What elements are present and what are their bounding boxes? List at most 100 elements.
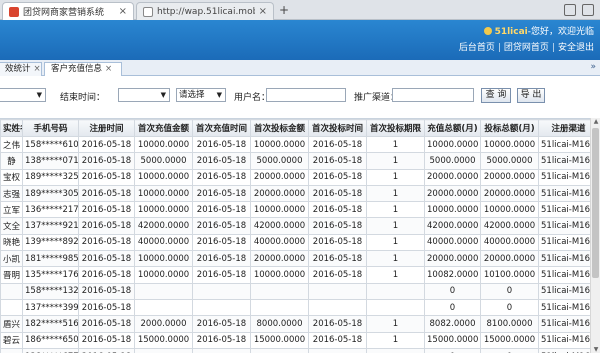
browser-tab-marketing-system[interactable]: 团贷网商家营销系统 × — [2, 2, 134, 20]
table-row[interactable]: 138*****6772016-05-180051licai-M1605 — [0, 347, 598, 353]
table-cell: 182*****516 — [22, 315, 79, 333]
scroll-thumb[interactable] — [592, 128, 599, 278]
close-icon[interactable]: × — [34, 64, 41, 74]
export-button[interactable]: 导 出 — [517, 88, 545, 103]
table-cell: 志强 — [0, 184, 23, 203]
table-cell: 10000.0000 — [480, 201, 539, 219]
query-button[interactable]: 查 询 — [481, 88, 511, 103]
table-cell: 2000.0000 — [134, 315, 193, 333]
table-cell: 20000.0000 — [250, 168, 309, 186]
table-row[interactable]: 静 138*****071 2016-05-18 5000.0000 2016-05-1… — [0, 152, 598, 170]
close-tab-icon[interactable]: × — [119, 6, 127, 17]
table-cell: 2016-05-18 — [308, 184, 367, 203]
link-admin-home[interactable]: 后台首页 — [459, 43, 495, 53]
table-cell — [134, 298, 193, 317]
table-row[interactable]: 志强 189*****305 2016-05-18 10000.0000 2016-05… — [0, 184, 598, 203]
table-row[interactable]: 小凯 181*****985 2016-05-18 10000.0000 2016-05… — [0, 250, 598, 268]
table-cell: 40000.0000 — [250, 233, 309, 252]
table-cell: 1 — [366, 233, 425, 252]
column-header: 首次充值金额 — [134, 119, 193, 137]
table-cell: 2016-05-18 — [192, 250, 251, 268]
browser-tab-admin-url[interactable]: http://wap.51licai.mobi/adm × — [136, 2, 274, 20]
start-time-input[interactable]: ▼ — [0, 88, 46, 102]
table-cell — [192, 298, 251, 317]
table-row[interactable]: 盾兴 182*****516 2016-05-18 2000.0000 2016-05-… — [0, 315, 598, 333]
table-cell: 8000.0000 — [250, 315, 309, 333]
restore-window-icon[interactable] — [564, 4, 576, 16]
end-time-label: 结束时间： — [60, 93, 106, 103]
username: 51licai — [494, 27, 528, 37]
table-cell: 0 — [424, 282, 481, 300]
table-cell: 15000.0000 — [424, 331, 481, 349]
table-cell: 10000.0000 — [424, 135, 481, 154]
table-row[interactable]: 宝权 189*****325 2016-05-18 10000.0000 2016-05… — [0, 168, 598, 186]
table-cell — [366, 298, 425, 317]
table-cell: 晋明 — [0, 266, 23, 284]
vertical-scrollbar[interactable]: ▲ ▼ — [590, 118, 600, 353]
table-cell: 0 — [480, 282, 539, 300]
table-cell: 20000.0000 — [424, 168, 481, 186]
table-cell: 40000.0000 — [480, 233, 539, 252]
table-cell: 2016-05-18 — [192, 331, 251, 349]
table-cell: 10000.0000 — [250, 201, 309, 219]
table-cell: 碧云 — [0, 331, 23, 349]
table-cell: 小凯 — [0, 250, 23, 268]
table-cell: 静 — [0, 152, 23, 170]
username-input[interactable] — [266, 88, 346, 102]
table-cell: 0 — [480, 298, 539, 317]
table-cell: 10000.0000 — [134, 135, 193, 154]
table-cell — [192, 282, 251, 300]
chevron-down-icon: ▼ — [160, 91, 166, 99]
table-row[interactable]: 158*****132 2016-05-18 0 0 51licai-M1605 — [0, 282, 598, 300]
table-cell: 5000.0000 — [480, 152, 539, 170]
table-cell: 2016-05-18 — [308, 135, 367, 154]
table-cell: 158*****132 — [22, 282, 79, 300]
search-bar: ▼ 结束时间： ▼ 请选择 ▼ 用户名： 推广渠道： 查 询 导 出 — [0, 86, 600, 106]
table-row[interactable]: 137*****399 2016-05-18 0 0 51licai-M1605 — [0, 298, 598, 317]
table-row[interactable]: 碧云 186*****650 2016-05-18 15000.0000 2016-05… — [0, 331, 598, 349]
column-header: 手机号码 — [22, 119, 79, 137]
column-header: 首次投标时间 — [308, 119, 367, 137]
page-icon — [143, 6, 153, 17]
link-logout[interactable]: 安全退出 — [558, 43, 594, 53]
scroll-down-icon[interactable]: ▼ — [591, 346, 600, 353]
table-cell — [308, 298, 367, 317]
collapse-icon[interactable]: » — [590, 62, 596, 72]
close-icon[interactable]: × — [105, 64, 112, 74]
table-row[interactable]: 立军 136*****217 2016-05-18 10000.0000 2016-05… — [0, 201, 598, 219]
table-cell: 20000.0000 — [250, 184, 309, 203]
table-row[interactable]: 晋明 135*****176 2016-05-18 10000.0000 2016-05… — [0, 266, 598, 284]
table-cell: 137*****399 — [22, 298, 79, 317]
table-cell: 8100.0000 — [480, 315, 539, 333]
table-cell: 2016-05-18 — [192, 201, 251, 219]
table-cell: 1 — [366, 331, 425, 349]
filter-select[interactable]: 请选择 ▼ — [176, 88, 226, 102]
table-cell: 10000.0000 — [134, 250, 193, 268]
table-cell: 20000.0000 — [250, 250, 309, 268]
end-time-input[interactable]: ▼ — [118, 88, 170, 102]
tab-stats[interactable]: 效统计 × — [0, 62, 42, 76]
table-cell: 186*****650 — [22, 331, 79, 349]
table-row[interactable]: 之伟 158*****610 2016-05-18 10000.0000 2016-05… — [0, 135, 598, 154]
column-header: 实姓名 — [0, 119, 23, 137]
link-site-home[interactable]: 团贷网首页 — [504, 43, 549, 53]
scroll-up-icon[interactable]: ▲ — [591, 118, 600, 125]
table-cell: 10082.0000 — [424, 266, 481, 284]
table-cell: 15000.0000 — [250, 331, 309, 349]
channel-input[interactable] — [392, 88, 474, 102]
table-row[interactable]: 文全 137*****921 2016-05-18 42000.0000 2016-05… — [0, 217, 598, 235]
table-cell: 盾兴 — [0, 315, 23, 333]
table-row[interactable]: 晓艳 139*****892 2016-05-18 40000.0000 2016-05… — [0, 233, 598, 252]
table-cell: 138*****677 — [22, 347, 79, 353]
new-tab-button[interactable]: + — [279, 3, 289, 17]
table-cell: 1 — [366, 152, 425, 170]
menu-icon[interactable] — [582, 4, 594, 16]
table-cell — [0, 282, 23, 300]
tab-label: 客户充值信息 — [51, 64, 103, 74]
chevron-down-icon: ▼ — [36, 91, 42, 99]
table-cell: 2016-05-18 — [78, 250, 135, 268]
table-cell: 1 — [366, 266, 425, 284]
tab-customer-recharge[interactable]: 客户充值信息 × — [44, 62, 122, 76]
close-tab-icon[interactable]: × — [259, 6, 267, 17]
table-cell — [366, 282, 425, 300]
